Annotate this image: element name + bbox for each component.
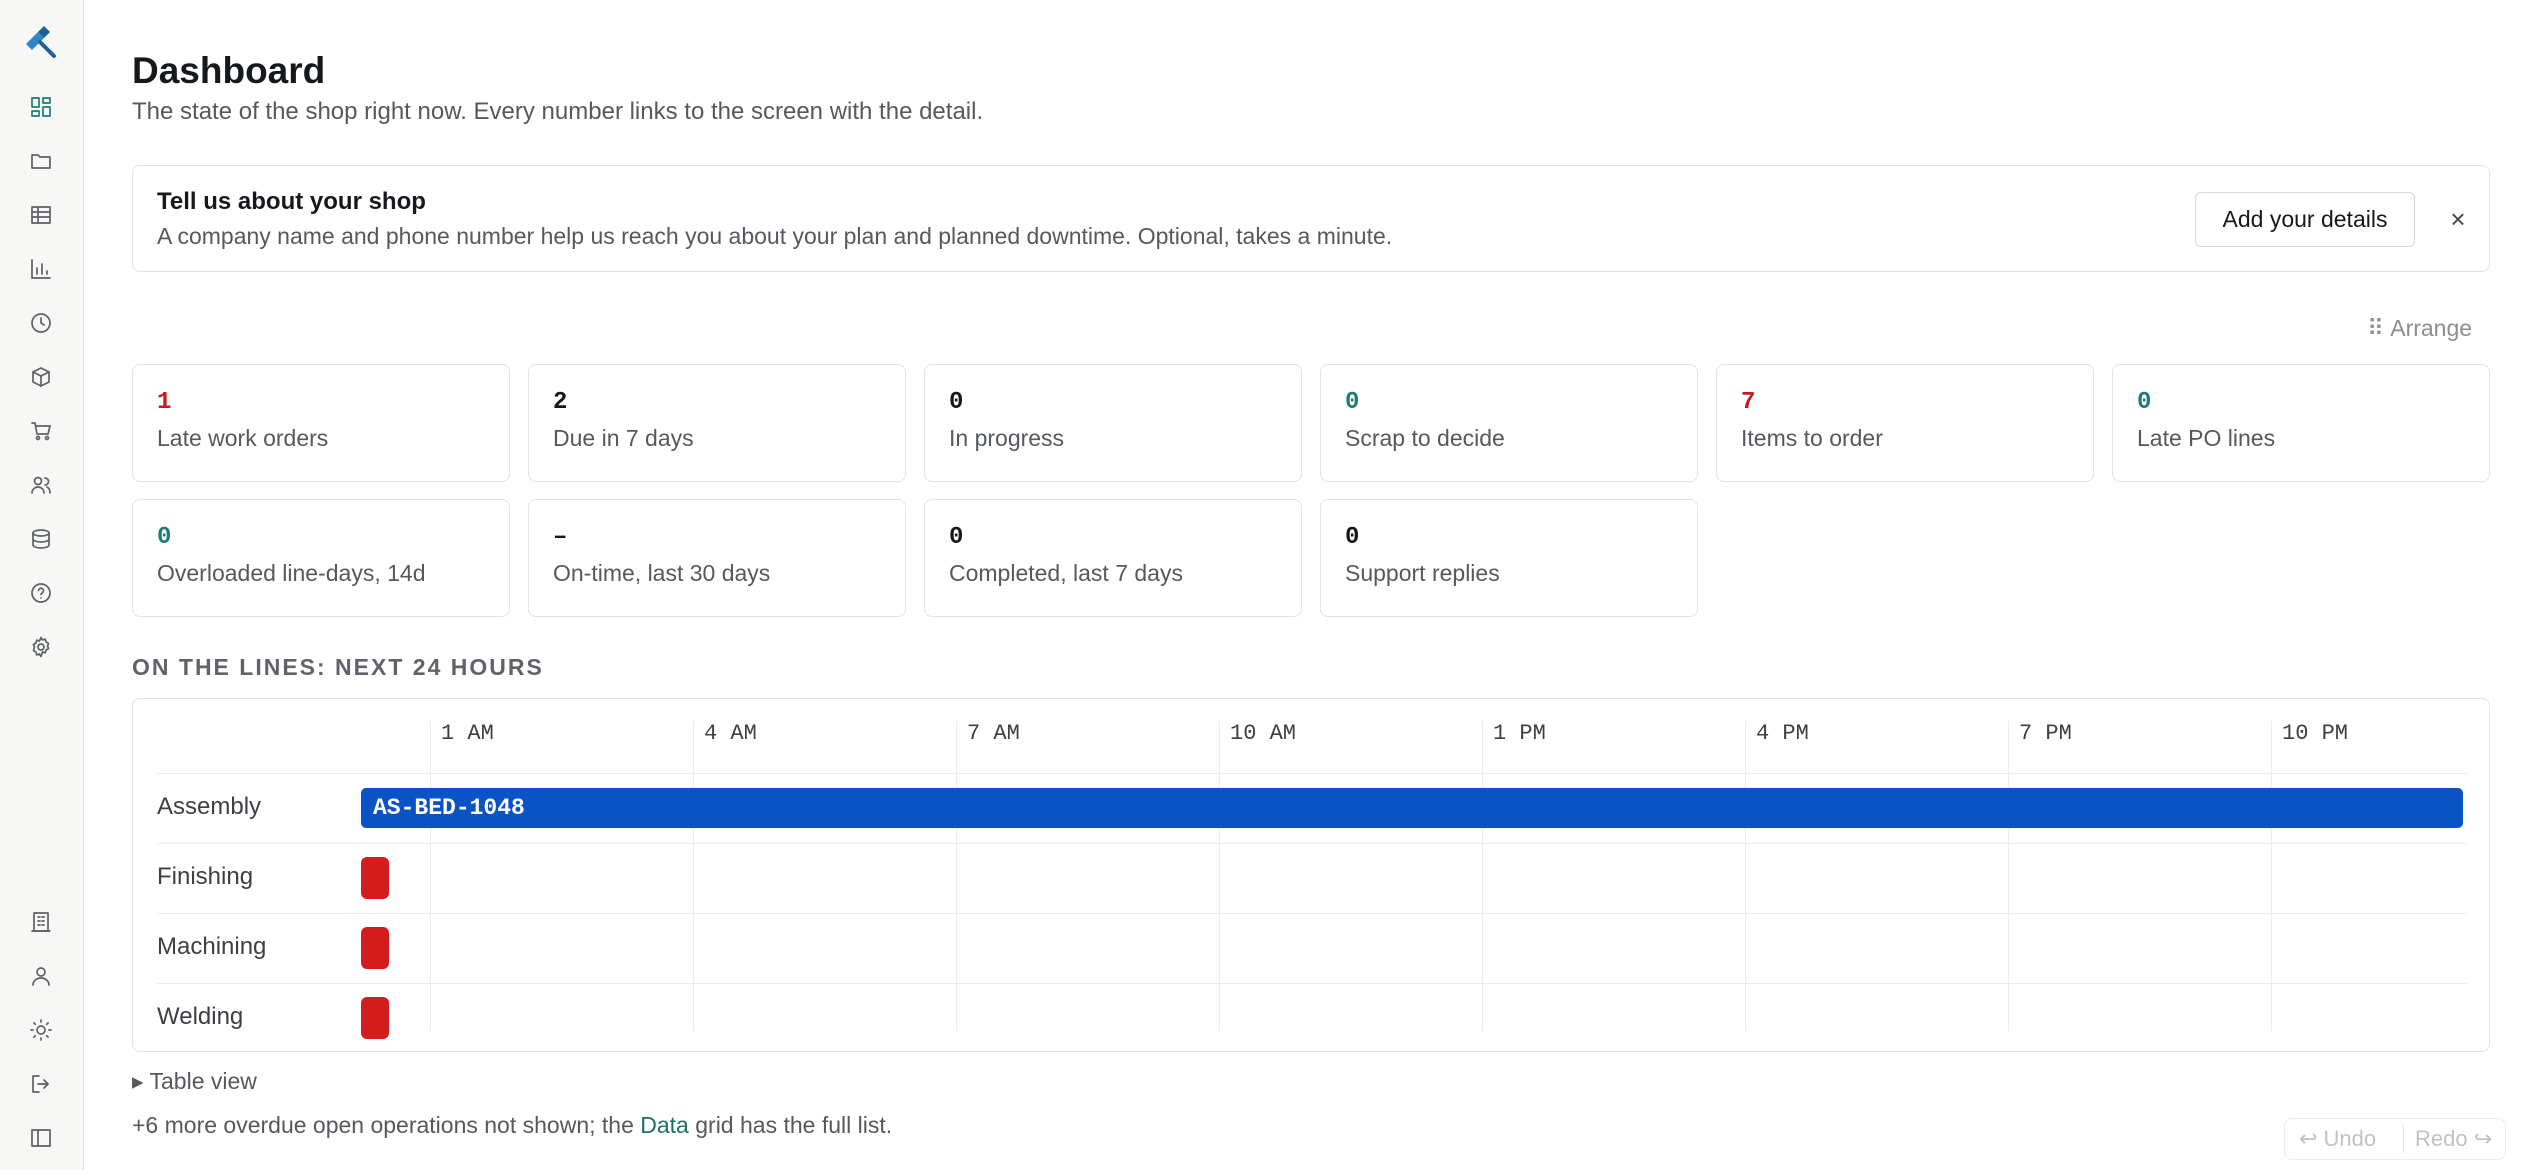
table-icon[interactable] — [26, 200, 56, 230]
overdue-operation-marker[interactable] — [361, 927, 389, 969]
building-icon[interactable] — [26, 907, 56, 937]
job-bar-as-bed-1048[interactable]: AS-BED-1048 — [361, 788, 2463, 828]
kpi-label: Overloaded line-days, 14d — [157, 560, 426, 586]
kpi-value: 0 — [949, 389, 964, 416]
grid-line — [2271, 721, 2272, 1031]
kpi-value: 0 — [949, 524, 964, 551]
line-label-welding: Welding — [157, 1003, 244, 1030]
banner-title: Tell us about your shop — [157, 188, 426, 215]
banner-text: A company name and phone number help us … — [157, 223, 1393, 249]
close-icon[interactable]: × — [2441, 202, 2475, 236]
page-subtitle: The state of the shop right now. Every n… — [132, 98, 984, 125]
kpi-due-7-days[interactable]: 2 Due in 7 days — [528, 364, 906, 482]
kpi-items-to-order[interactable]: 7 Items to order — [1716, 364, 2094, 482]
page-title: Dashboard — [132, 50, 326, 91]
kpi-overloaded-line-days[interactable]: 0 Overloaded line-days, 14d — [132, 499, 510, 617]
database-icon[interactable] — [26, 524, 56, 554]
data-grid-link[interactable]: Data — [640, 1112, 689, 1138]
kpi-value: 7 — [1741, 389, 1756, 416]
hour-label: 1 PM — [1493, 721, 1546, 746]
folder-icon[interactable] — [26, 146, 56, 176]
cart-icon[interactable] — [26, 416, 56, 446]
kpi-label: Late PO lines — [2137, 425, 2276, 451]
sidebar-toggle-icon[interactable] — [26, 1123, 56, 1153]
line-label-machining: Machining — [157, 933, 267, 960]
logout-icon[interactable] — [26, 1069, 56, 1099]
kpi-support-replies[interactable]: 0 Support replies — [1320, 499, 1698, 617]
kpi-label: Scrap to decide — [1345, 425, 1505, 451]
sidebar — [0, 0, 84, 1170]
box-icon[interactable] — [26, 362, 56, 392]
row-divider — [157, 983, 2467, 984]
dashboard-icon[interactable] — [26, 92, 56, 122]
kpi-on-time[interactable]: – On-time, last 30 days — [528, 499, 906, 617]
add-details-button[interactable]: Add your details — [2195, 192, 2415, 247]
overdue-note: +6 more overdue open operations not show… — [132, 1112, 892, 1139]
arrange-button[interactable]: ⠿ Arrange — [2367, 315, 2472, 342]
line-label-finishing: Finishing — [157, 863, 254, 890]
row-divider — [157, 773, 2467, 774]
grid-line — [1219, 721, 1220, 1031]
row-divider — [157, 913, 2467, 914]
kpi-label: On-time, last 30 days — [553, 560, 771, 586]
hour-label: 7 PM — [2019, 721, 2072, 746]
kpi-value: 0 — [1345, 524, 1360, 551]
table-view-toggle[interactable]: ▸ Table view — [132, 1068, 257, 1095]
hour-label: 10 AM — [1230, 721, 1297, 746]
kpi-completed-7-days[interactable]: 0 Completed, last 7 days — [924, 499, 1302, 617]
kpi-label: Support replies — [1345, 560, 1500, 586]
user-icon[interactable] — [26, 961, 56, 991]
hour-label: 1 AM — [441, 721, 494, 746]
grid-line — [956, 721, 957, 1031]
kpi-value: 0 — [157, 524, 172, 551]
kpi-scrap-to-decide[interactable]: 0 Scrap to decide — [1320, 364, 1698, 482]
kpi-value: 2 — [553, 389, 568, 416]
overdue-note-suffix: grid has the full list. — [688, 1112, 893, 1138]
row-divider — [157, 843, 2467, 844]
undo-redo-bar: ↩ Undo Redo ↪ — [2284, 1118, 2506, 1160]
clock-icon[interactable] — [26, 308, 56, 338]
help-icon[interactable] — [26, 578, 56, 608]
users-icon[interactable] — [26, 470, 56, 500]
undo-button[interactable]: ↩ Undo — [2299, 1126, 2376, 1152]
divider — [2403, 1125, 2404, 1153]
kpi-in-progress[interactable]: 0 In progress — [924, 364, 1302, 482]
grid-line — [693, 721, 694, 1031]
grid-line — [2008, 721, 2009, 1031]
hour-label: 7 AM — [967, 721, 1020, 746]
redo-button[interactable]: Redo ↪ — [2415, 1126, 2492, 1152]
kpi-late-work-orders[interactable]: 1 Late work orders — [132, 364, 510, 482]
shop-details-banner: Tell us about your shop A company name a… — [132, 165, 2490, 272]
line-label-assembly: Assembly — [157, 793, 262, 820]
kpi-label: In progress — [949, 425, 1065, 451]
overdue-operation-marker[interactable] — [361, 857, 389, 899]
kpi-label: Items to order — [1741, 425, 1883, 451]
hour-label: 10 PM — [2282, 721, 2349, 746]
overdue-operation-marker[interactable] — [361, 997, 389, 1039]
hour-label: 4 AM — [704, 721, 757, 746]
grid-line — [430, 721, 431, 1031]
kpi-value: 0 — [2137, 389, 2152, 416]
kpi-label: Late work orders — [157, 425, 329, 451]
kpi-label: Completed, last 7 days — [949, 560, 1183, 586]
kpi-late-po-lines[interactable]: 0 Late PO lines — [2112, 364, 2490, 482]
kpi-value: 0 — [1345, 389, 1360, 416]
schedule-section-title: ON THE LINES: NEXT 24 HOURS — [132, 654, 544, 680]
kpi-value: – — [553, 524, 568, 551]
app-logo-icon[interactable] — [20, 22, 60, 62]
grid-line — [1482, 721, 1483, 1031]
kpi-value: 1 — [157, 389, 172, 416]
settings-icon[interactable] — [26, 632, 56, 662]
overdue-note-prefix: +6 more overdue open operations not show… — [132, 1112, 641, 1138]
chart-icon[interactable] — [26, 254, 56, 284]
line-schedule: 1 AM 4 AM 7 AM 10 AM 1 PM 4 PM 7 PM 10 P… — [132, 698, 2490, 1052]
kpi-label: Due in 7 days — [553, 425, 694, 451]
schedule-grid: 1 AM 4 AM 7 AM 10 AM 1 PM 4 PM 7 PM 10 P… — [157, 721, 2467, 1039]
sun-icon[interactable] — [26, 1015, 56, 1045]
grid-line — [1745, 721, 1746, 1031]
hour-label: 4 PM — [1756, 721, 1809, 746]
